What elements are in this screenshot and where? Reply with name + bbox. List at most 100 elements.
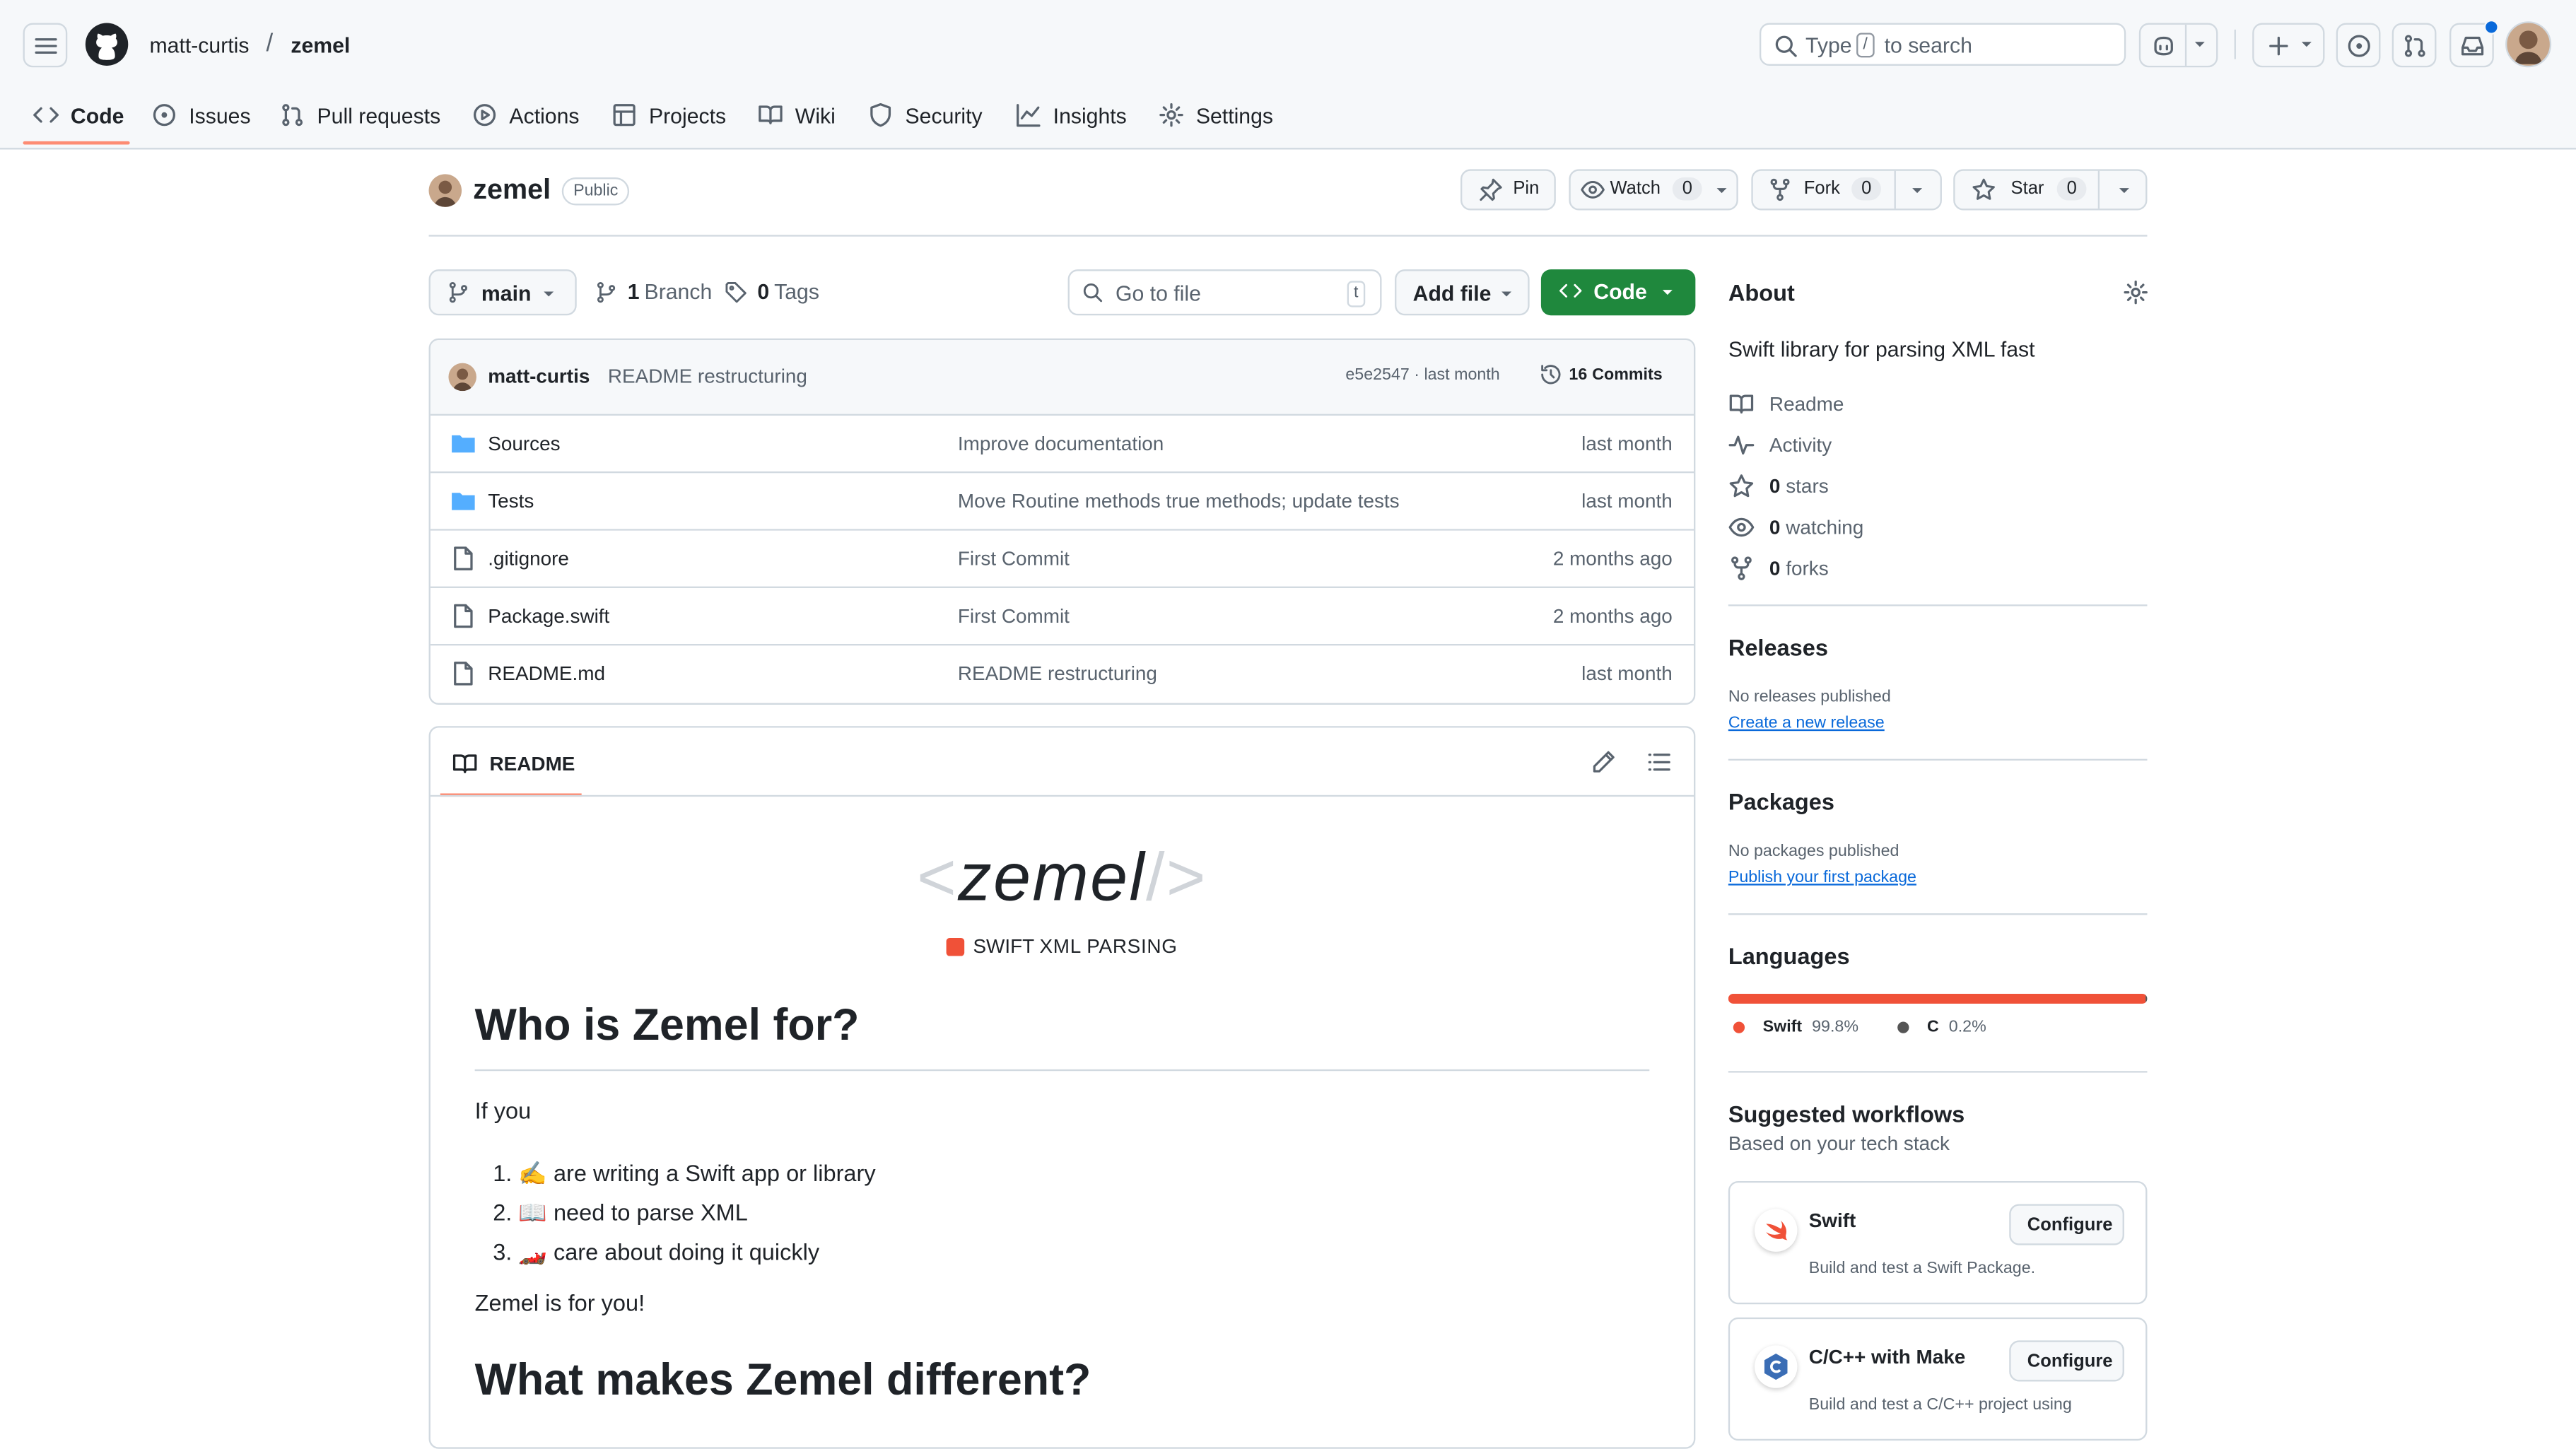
file-row-sources[interactable]: Sources Improve documentation last month (430, 413, 1694, 474)
about-link-forks[interactable]: 0 forks (1728, 556, 1829, 582)
tab-issues[interactable]: Issues (151, 98, 251, 131)
publish-package-link[interactable]: Publish your first package (1728, 869, 1916, 887)
create-new-button[interactable] (2252, 23, 2325, 68)
commit-message[interactable]: README restructuring (608, 365, 807, 388)
chevron-down-icon (2194, 42, 2205, 47)
pull-requests-button[interactable] (2391, 23, 2437, 68)
commits-label: Commits (1592, 365, 1663, 384)
branches-link[interactable]: 1 Branch (595, 279, 712, 304)
about-link-watching[interactable]: 0 watching (1728, 514, 1863, 540)
file-row-gitignore[interactable]: .gitignore First Commit 2 months ago (430, 529, 1694, 588)
commit-author[interactable]: matt-curtis (488, 365, 590, 388)
repo-name[interactable]: zemel (473, 174, 551, 206)
chevron-down-icon (2301, 42, 2312, 47)
language-bar (1728, 994, 2148, 1004)
fork-button[interactable]: Fork 0 (1751, 169, 1942, 211)
chevron-down-icon (2119, 188, 2129, 194)
file-commit-message[interactable]: Move Routine methods true methods; updat… (958, 490, 1400, 513)
file-icon (454, 604, 473, 628)
tab-label: Wiki (795, 102, 836, 128)
about-link-stars[interactable]: 0 stars (1728, 473, 1829, 499)
go-to-file-shortcut: t (1347, 281, 1365, 307)
create-release-link[interactable]: Create a new release (1728, 715, 1885, 733)
file-row-tests[interactable]: Tests Move Routine methods true methods;… (430, 471, 1694, 531)
file-commit-message[interactable]: First Commit (958, 547, 1070, 570)
watching-count: 0 (1769, 515, 1781, 539)
chevron-down-icon (1501, 291, 1512, 297)
pin-button[interactable]: Pin (1460, 169, 1556, 211)
watch-label: Watch (1610, 179, 1661, 199)
readme-heading-2: What makes Zemel different? (474, 1355, 1091, 1405)
github-logo[interactable] (85, 23, 129, 66)
about-link-readme[interactable]: Readme (1728, 391, 1844, 417)
watch-button[interactable]: Watch 0 (1569, 169, 1738, 211)
breadcrumb-repo[interactable]: zemel (291, 33, 350, 57)
tab-code[interactable]: Code (33, 98, 124, 131)
star-button[interactable]: Star 0 (1953, 169, 2148, 211)
breadcrumb-owner[interactable]: matt-curtis (149, 33, 249, 57)
file-name[interactable]: Tests (488, 490, 534, 513)
file-name[interactable]: Package.swift (488, 604, 609, 628)
issues-button[interactable] (2336, 23, 2381, 68)
fork-icon (1770, 178, 1790, 201)
language-item-c[interactable]: C 0.2% (1897, 1019, 1986, 1036)
file-commit-message[interactable]: First Commit (958, 604, 1070, 628)
file-name[interactable]: Sources (488, 432, 560, 455)
language-dot (1897, 1021, 1909, 1033)
readme-tab[interactable]: README (452, 751, 575, 777)
graph-icon (1017, 104, 1041, 127)
book-icon (452, 754, 477, 773)
list-outline-icon[interactable] (1646, 749, 1673, 775)
tags-link[interactable]: 0 Tags (725, 279, 819, 304)
list-item: 3. 🏎️ care about doing it quickly (493, 1238, 820, 1265)
book-icon (1729, 394, 1754, 413)
language-item-swift[interactable]: Swift 99.8% (1733, 1019, 1858, 1036)
pin-label: Pin (1513, 179, 1540, 199)
file-name[interactable]: README.md (488, 662, 605, 686)
link-label: stars (1786, 474, 1829, 498)
add-file-label: Add file (1412, 281, 1492, 306)
chevron-down-icon (1716, 188, 1727, 194)
tab-insights[interactable]: Insights (1015, 98, 1127, 131)
hamburger-menu-button[interactable] (23, 23, 68, 68)
tab-actions[interactable]: Actions (472, 98, 580, 131)
add-file-button[interactable]: Add file (1395, 269, 1530, 316)
file-row-package-swift[interactable]: Package.swift First Commit 2 months ago (430, 586, 1694, 646)
about-link-activity[interactable]: Activity (1728, 432, 1832, 458)
eye-icon (1581, 181, 1605, 199)
tab-pull-requests[interactable]: Pull requests (279, 98, 440, 131)
user-avatar[interactable] (2505, 21, 2552, 68)
folder-icon (452, 493, 475, 510)
workflow-description: Build and test a Swift Package. (1808, 1260, 2036, 1279)
configure-button[interactable]: Configure (2009, 1340, 2124, 1382)
copilot-button[interactable] (2138, 23, 2218, 68)
table-icon (613, 104, 636, 127)
commits-history-link[interactable]: 16 Commits (1540, 363, 1663, 387)
file-name[interactable]: .gitignore (488, 547, 569, 570)
configure-button[interactable]: Configure (2009, 1204, 2124, 1245)
tab-projects[interactable]: Projects (611, 98, 726, 131)
branches-label: Branch (644, 279, 713, 304)
link-label: Activity (1769, 433, 1832, 457)
go-to-file-input[interactable]: Go to file t (1067, 269, 1382, 316)
code-button[interactable]: Code (1540, 269, 1696, 316)
tab-security[interactable]: Security (867, 98, 983, 131)
releases-title[interactable]: Releases (1728, 634, 1828, 660)
commit-hash-time[interactable]: e5e2547 · last month (1345, 366, 1499, 385)
file-row-readme[interactable]: README.md README restructuring last mont… (430, 644, 1694, 703)
tab-wiki[interactable]: Wiki (757, 98, 836, 131)
subtitle-swift: SWIFT (973, 934, 1040, 958)
file-commit-message[interactable]: README restructuring (958, 662, 1157, 686)
tab-settings[interactable]: Settings (1158, 98, 1273, 131)
branch-select-button[interactable]: main (428, 269, 577, 316)
packages-title[interactable]: Packages (1728, 789, 1834, 815)
notification-dot (2483, 19, 2499, 35)
swift-logo-icon (1755, 1209, 1798, 1252)
file-commit-message[interactable]: Improve documentation (958, 432, 1164, 455)
gear-icon[interactable] (2123, 279, 2149, 305)
pencil-icon[interactable] (1591, 749, 1617, 775)
file-time: last month (1581, 432, 1673, 455)
forks-count: 0 (1769, 556, 1781, 580)
octocat-icon (96, 33, 117, 60)
search-input[interactable]: Type / to search (1759, 23, 2126, 66)
